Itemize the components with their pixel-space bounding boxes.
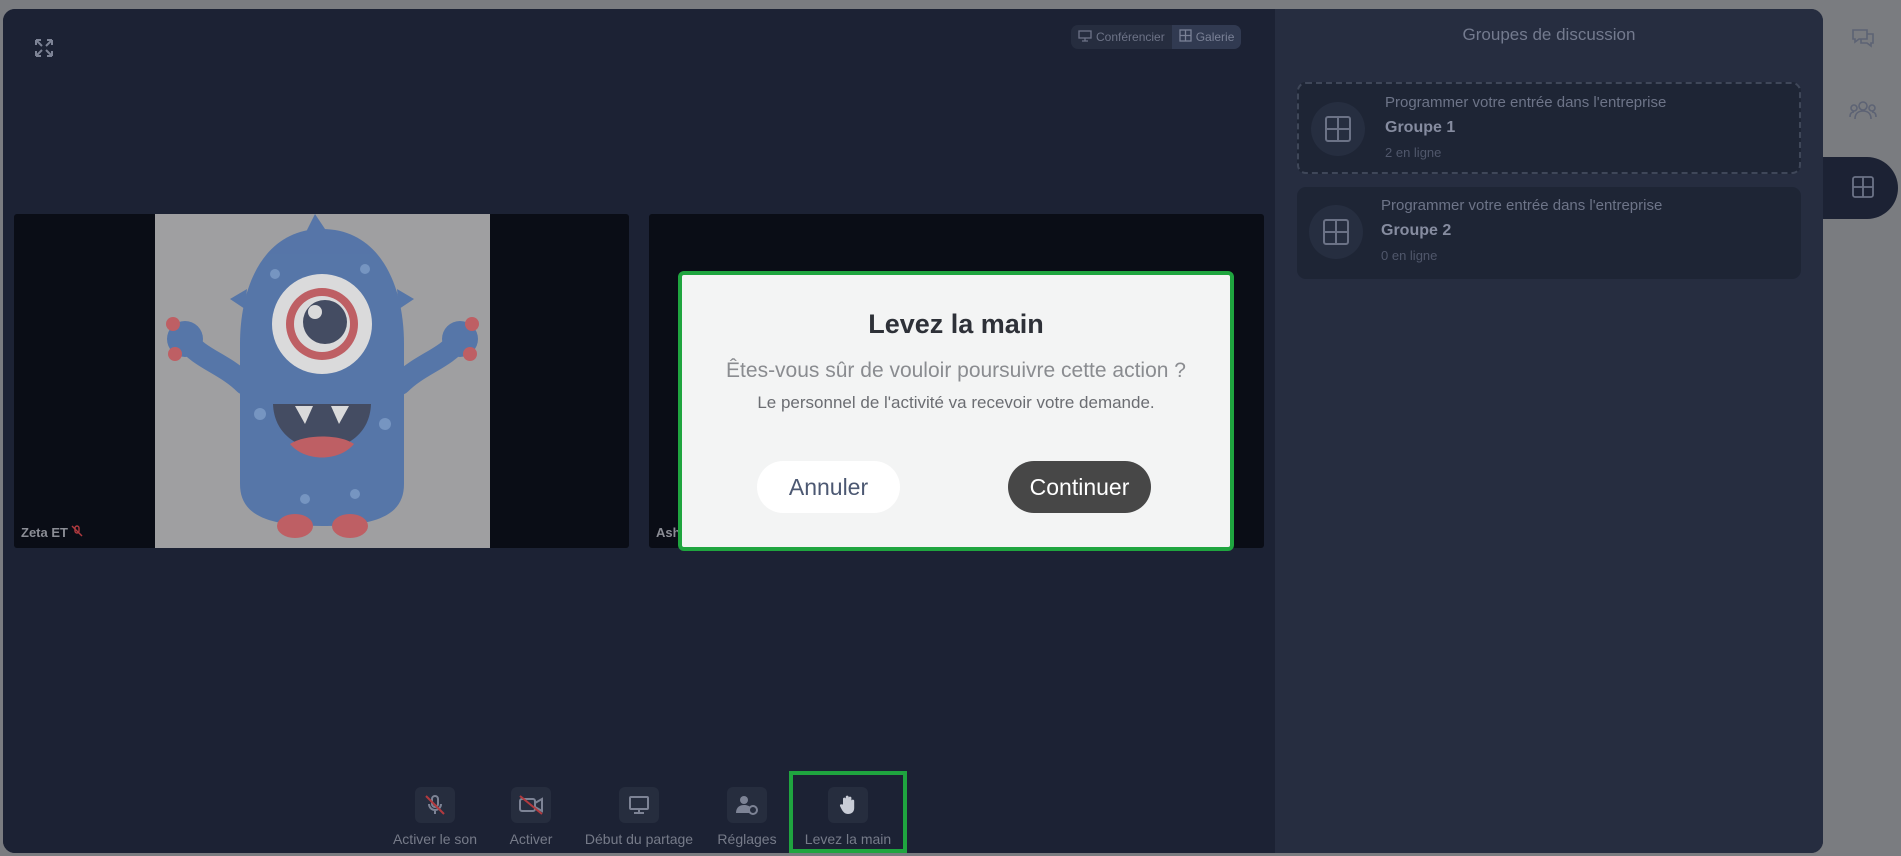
cancel-button[interactable]: Annuler <box>757 461 900 513</box>
video-tile[interactable]: Zeta ET <box>14 214 629 548</box>
presenter-icon <box>1078 29 1092 45</box>
dialog-question: Êtes-vous sûr de vouloir poursuivre cett… <box>726 359 1186 382</box>
group-online-count: 2 en ligne <box>1385 145 1442 160</box>
participant-name-tag: Ash <box>656 525 681 540</box>
dialog-note: Le personnel de l'activité va recevoir v… <box>757 393 1155 412</box>
settings-icon <box>727 787 767 823</box>
unmute-button[interactable]: Activer le son <box>383 779 487 849</box>
dialog-title: Levez la main <box>868 309 1044 339</box>
view-gallery-label: Galerie <box>1195 30 1235 44</box>
group-subtitle: Programmer votre entrée dans l'entrepris… <box>1381 197 1663 214</box>
group-subtitle: Programmer votre entrée dans l'entrepris… <box>1385 94 1667 111</box>
view-gallery-button[interactable]: Galerie <box>1171 25 1242 49</box>
participant-name-tag: Zeta ET <box>21 525 83 540</box>
raise-hand-button[interactable]: Levez la main <box>789 771 907 853</box>
right-rail <box>1823 0 1901 856</box>
raise-hand-label: Levez la main <box>804 831 892 847</box>
call-controls: Activer le son Activer Début du partage <box>383 771 907 853</box>
group-online-count: 0 en ligne <box>1381 248 1438 263</box>
group-name: Groupe 1 <box>1385 119 1456 136</box>
meeting-window: Conférencier Galerie Zeta ET Ash Activer… <box>3 9 1823 853</box>
unmute-label: Activer le son <box>392 831 478 847</box>
camera-label: Activer <box>509 831 553 847</box>
continue-button[interactable]: Continuer <box>1008 461 1151 513</box>
breakout-group-card[interactable]: Programmer votre entrée dans l'entrepris… <box>1297 187 1801 279</box>
share-screen-button[interactable]: Début du partage <box>575 779 703 849</box>
view-conference-label: Conférencier <box>1096 30 1165 44</box>
view-conference-button[interactable]: Conférencier <box>1071 25 1172 49</box>
group-name: Groupe 2 <box>1381 222 1452 239</box>
sidebar-title: Groupes de discussion <box>1462 25 1636 44</box>
participant-name: Zeta ET <box>21 525 68 540</box>
view-toggle: Conférencier Galerie <box>1071 25 1242 49</box>
mic-off-icon <box>71 525 83 540</box>
camera-button[interactable]: Activer <box>487 779 575 849</box>
settings-label: Réglages <box>717 831 777 847</box>
hand-icon <box>828 787 868 823</box>
breakout-sidebar: Groupes de discussion Programmer votre e… <box>1275 9 1823 853</box>
fullscreen-icon[interactable] <box>33 37 55 59</box>
people-icon[interactable] <box>1843 90 1883 130</box>
raise-hand-dialog: Levez la main Êtes-vous sûr de vouloir p… <box>678 271 1234 551</box>
avatar <box>155 214 490 548</box>
screen-share-icon <box>619 787 659 823</box>
mic-off-icon <box>415 787 455 823</box>
grid-icon <box>1311 102 1365 156</box>
grid-icon <box>1309 205 1363 259</box>
app-root: Conférencier Galerie Zeta ET Ash Activer… <box>0 0 1901 856</box>
chat-icon[interactable] <box>1843 18 1883 58</box>
camera-off-icon <box>511 787 551 823</box>
settings-button[interactable]: Réglages <box>703 779 791 849</box>
participant-name: Ash <box>656 525 681 540</box>
gallery-icon <box>1179 29 1192 45</box>
breakout-group-card[interactable]: Programmer votre entrée dans l'entrepris… <box>1297 82 1801 174</box>
share-screen-label: Début du partage <box>584 831 694 847</box>
grid-icon[interactable] <box>1843 167 1883 207</box>
